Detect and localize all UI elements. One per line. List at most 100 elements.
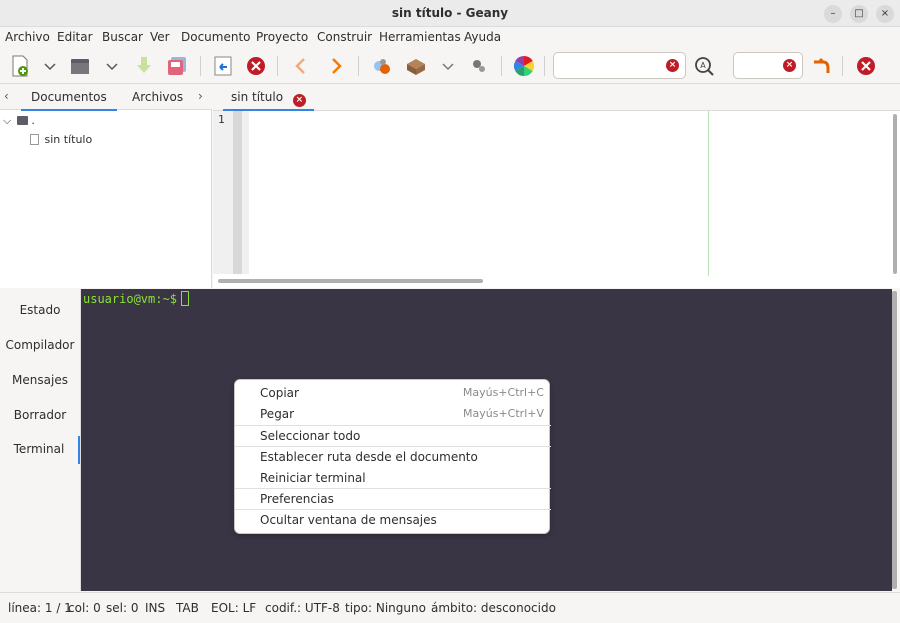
- menu-archivo[interactable]: Archivo: [5, 30, 50, 44]
- revert-icon[interactable]: [211, 54, 235, 78]
- minimize-icon: –: [830, 8, 836, 19]
- terminal-context-menu: Copiar Mayús+Ctrl+C Pegar Mayús+Ctrl+V S…: [234, 379, 551, 534]
- status-filetype: tipo: Ninguno: [345, 601, 426, 615]
- menu-ayuda[interactable]: Ayuda: [464, 30, 501, 44]
- menu-item-ocultar-mensajes[interactable]: Ocultar ventana de mensajes: [235, 510, 551, 531]
- title-bar: sin título - Geany – □ ×: [0, 0, 900, 27]
- chevron-down-icon[interactable]: ⌵: [3, 114, 11, 127]
- status-encoding: codif.: UTF-8: [265, 601, 340, 615]
- dropdown-arrow-icon[interactable]: [436, 54, 460, 78]
- close-document-icon[interactable]: [244, 54, 268, 78]
- menu-item-label: Copiar: [260, 386, 299, 400]
- goto-line-input[interactable]: [740, 53, 780, 76]
- maximize-icon: □: [854, 8, 864, 19]
- tab-estado[interactable]: Estado: [0, 303, 80, 317]
- jump-icon[interactable]: [809, 54, 833, 78]
- build-icon[interactable]: [404, 54, 428, 78]
- menu-item-pegar[interactable]: Pegar Mayús+Ctrl+V: [235, 404, 551, 425]
- menu-item-copiar[interactable]: Copiar Mayús+Ctrl+C: [235, 383, 551, 404]
- message-window-tabs: Estado Compilador Mensajes Borrador Term…: [0, 289, 81, 591]
- menu-item-label: Ocultar ventana de mensajes: [260, 513, 437, 527]
- menu-construir[interactable]: Construir: [317, 30, 372, 44]
- editor-pane: sin título × 1: [213, 84, 900, 288]
- vertical-scrollbar[interactable]: [893, 114, 897, 274]
- menu-item-label: Seleccionar todo: [260, 429, 361, 443]
- toolbar-separator: [200, 56, 201, 76]
- tree-document-row[interactable]: sin título: [30, 133, 92, 146]
- menu-bar: Archivo Editar Buscar Ver Documento Proy…: [0, 27, 900, 48]
- terminal-cursor: [180, 291, 189, 306]
- sidebar-tabs: ‹ Documentos Archivos ›: [0, 84, 212, 111]
- tab-borrador[interactable]: Borrador: [0, 408, 80, 422]
- status-eol: EOL: LF: [211, 601, 257, 615]
- menu-herramientas[interactable]: Herramientas: [379, 30, 461, 44]
- clear-search-icon[interactable]: ×: [666, 59, 679, 72]
- tab-compilador[interactable]: Compilador: [0, 338, 80, 352]
- open-folder-icon[interactable]: [68, 54, 92, 78]
- horizontal-scrollbar[interactable]: [218, 279, 483, 283]
- status-col: col: 0: [68, 601, 101, 615]
- editor-tabs: sin título ×: [213, 84, 900, 111]
- document-label: sin título: [44, 133, 93, 146]
- new-document-icon[interactable]: [8, 54, 32, 78]
- search-field[interactable]: ×: [553, 52, 686, 79]
- menu-documento[interactable]: Documento: [181, 30, 251, 44]
- menu-item-label: Preferencias: [260, 492, 334, 506]
- close-window-button[interactable]: ×: [876, 5, 894, 23]
- toolbar: × A ×: [0, 48, 900, 84]
- tab-document[interactable]: sin título ×: [223, 84, 314, 111]
- navigate-back-icon[interactable]: [289, 54, 313, 78]
- close-icon: ×: [880, 8, 890, 19]
- quit-icon[interactable]: [854, 54, 878, 78]
- save-all-icon[interactable]: [165, 54, 189, 78]
- tab-document-label: sin título: [231, 90, 284, 104]
- window-title: sin título - Geany: [391, 6, 509, 20]
- clear-goto-icon[interactable]: ×: [783, 59, 796, 72]
- navigate-forward-icon[interactable]: [324, 54, 348, 78]
- find-icon[interactable]: A: [692, 54, 716, 78]
- color-chooser-icon[interactable]: [512, 54, 536, 78]
- fold-margin: [233, 111, 242, 274]
- tab-mensajes[interactable]: Mensajes: [0, 373, 80, 387]
- close-tab-icon[interactable]: ×: [292, 94, 306, 107]
- dropdown-arrow-icon[interactable]: [100, 54, 124, 78]
- terminal-scrollbar[interactable]: [892, 291, 897, 589]
- toolbar-separator: [544, 56, 545, 76]
- dropdown-arrow-icon[interactable]: [38, 54, 62, 78]
- menu-item-reiniciar-terminal[interactable]: Reiniciar terminal: [235, 468, 551, 489]
- menu-item-seleccionar-todo[interactable]: Seleccionar todo: [235, 426, 551, 447]
- status-mode: INS: [145, 601, 166, 615]
- tab-archivos[interactable]: Archivos: [132, 90, 183, 104]
- minimize-button[interactable]: –: [824, 5, 842, 23]
- svg-text:A: A: [700, 61, 706, 70]
- status-line: línea: 1 / 1: [8, 601, 72, 615]
- menu-buscar[interactable]: Buscar: [102, 30, 143, 44]
- menu-editar[interactable]: Editar: [57, 30, 93, 44]
- folder-label: .: [31, 114, 35, 127]
- long-line-marker: [708, 111, 709, 276]
- menu-proyecto[interactable]: Proyecto: [256, 30, 308, 44]
- chevron-left-icon[interactable]: ‹: [4, 89, 9, 103]
- maximize-button[interactable]: □: [850, 5, 868, 23]
- menu-item-shortcut: Mayús+Ctrl+V: [463, 407, 544, 420]
- menu-item-establecer-ruta[interactable]: Establecer ruta desde el documento: [235, 447, 551, 468]
- search-input[interactable]: [560, 53, 660, 76]
- tab-documentos[interactable]: Documentos: [21, 90, 117, 111]
- text-area[interactable]: [249, 111, 889, 276]
- line-number-gutter: 1: [213, 111, 249, 274]
- status-sel: sel: 0: [106, 601, 139, 615]
- document-icon: [30, 134, 39, 145]
- save-icon[interactable]: [132, 54, 156, 78]
- menu-item-preferencias[interactable]: Preferencias: [235, 489, 551, 510]
- goto-line-field[interactable]: ×: [733, 52, 803, 79]
- tree-folder-row[interactable]: ⌵ .: [3, 114, 35, 128]
- menu-ver[interactable]: Ver: [150, 30, 170, 44]
- status-bar: línea: 1 / 1 col: 0 sel: 0 INS TAB EOL: …: [0, 592, 900, 623]
- execute-icon[interactable]: [467, 54, 491, 78]
- compile-icon[interactable]: [370, 54, 394, 78]
- terminal-prompt: usuario@vm:~$: [83, 292, 177, 306]
- tab-terminal[interactable]: Terminal: [0, 436, 80, 464]
- menu-item-label: Pegar: [260, 407, 295, 421]
- chevron-right-icon[interactable]: ›: [198, 89, 203, 103]
- sidebar: ‹ Documentos Archivos › ⌵ . sin título: [0, 84, 212, 288]
